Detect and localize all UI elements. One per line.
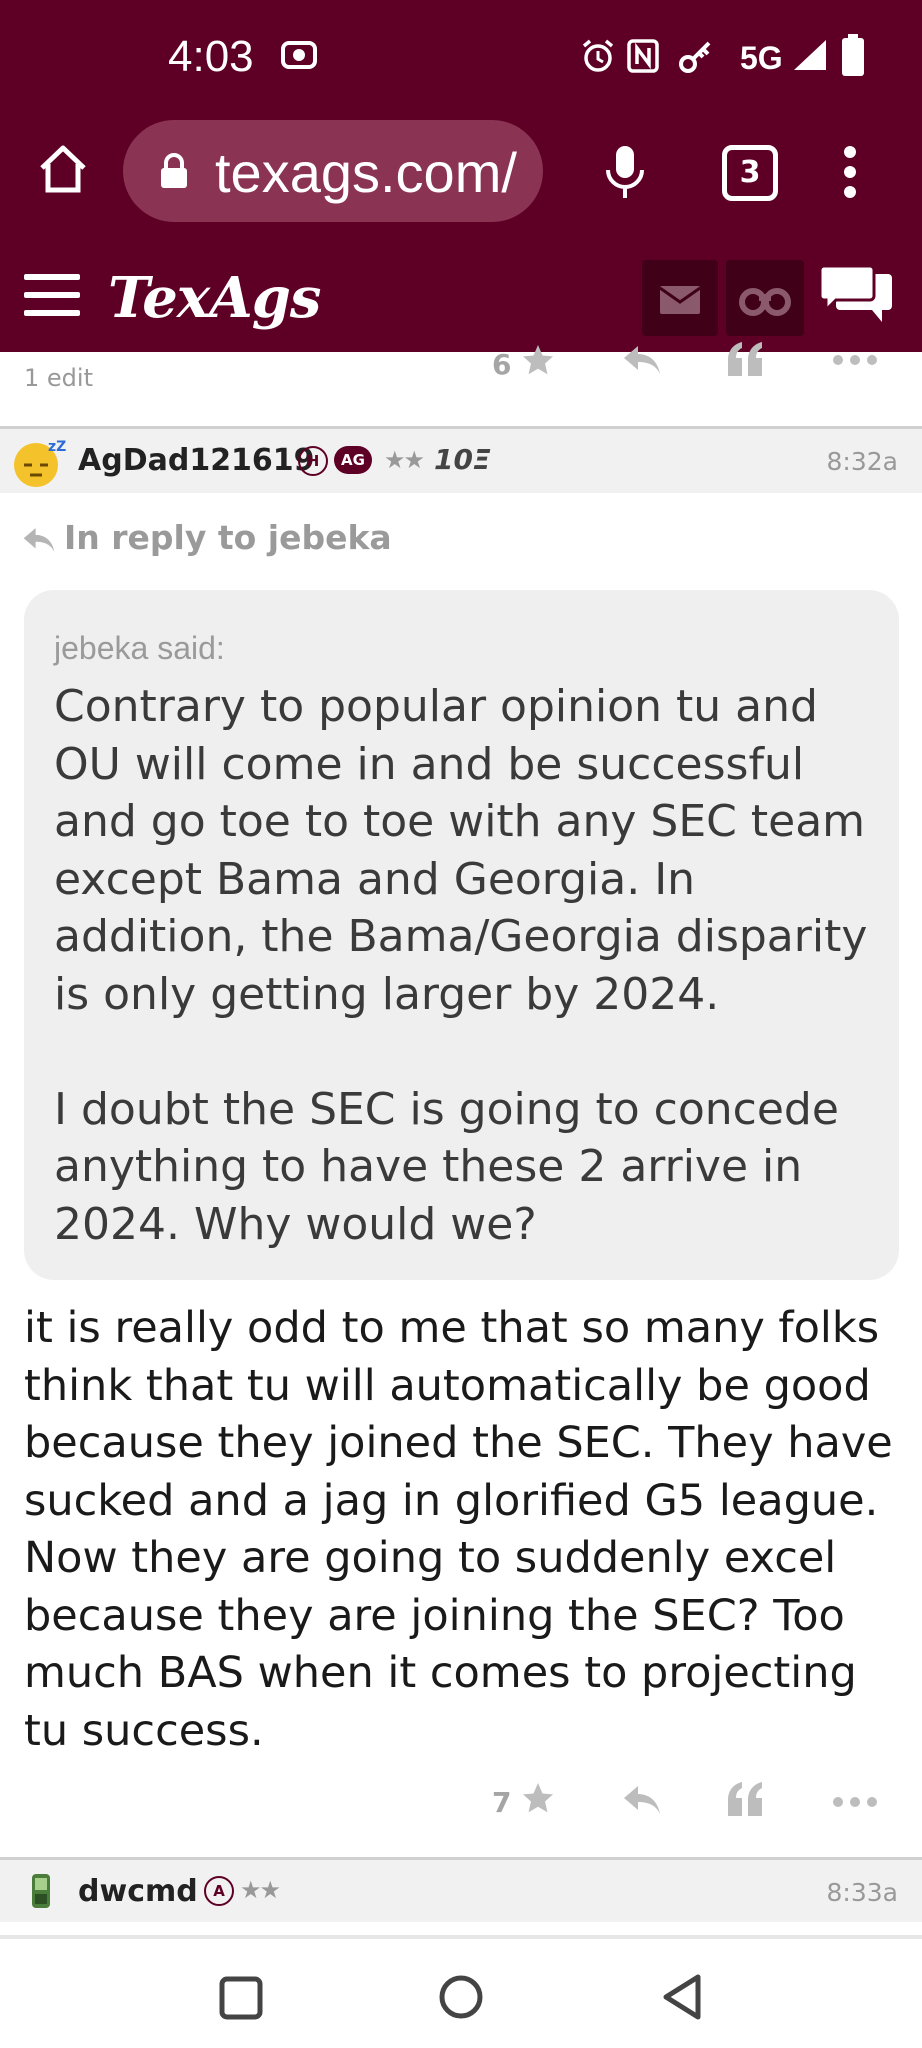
reply-to-text: In reply to jebeka	[64, 518, 392, 557]
status-time: 4:03	[168, 32, 254, 81]
username[interactable]: AgDad121619	[78, 443, 315, 478]
tab-switcher-button[interactable]: 3	[722, 145, 778, 201]
quote-block: jebeka said: Contrary to popular opinion…	[24, 590, 899, 1280]
next-post-header: dwcmd A ★★ 8:33a	[0, 1857, 922, 1922]
more-icon[interactable]	[832, 354, 878, 366]
badge-a: A	[204, 1876, 234, 1906]
status-bar: 4:03 5G	[0, 0, 922, 120]
reply-arrow-icon	[23, 527, 55, 552]
home-nav-icon[interactable]	[438, 1973, 484, 2021]
username[interactable]: dwcmd	[78, 1874, 198, 1909]
quote-text: Contrary to popular opinion tu and OU wi…	[54, 681, 868, 1250]
watch-button[interactable]	[726, 260, 804, 336]
quote-author: jebeka said:	[54, 630, 225, 666]
back-icon[interactable]	[660, 1973, 704, 2021]
browser-toolbar: texags.com/ 3	[0, 120, 922, 250]
more-icon[interactable]	[832, 1796, 878, 1808]
post-header: zZ AgDad121619 H AG ★★ 10Ξ 8:32a	[0, 426, 922, 493]
svg-text:zZ: zZ	[48, 439, 66, 455]
reply-icon[interactable]	[622, 1784, 662, 1816]
signal-icon	[794, 40, 826, 70]
hamburger-menu-icon[interactable]	[24, 274, 80, 318]
star-icon[interactable]	[520, 342, 556, 378]
battery-icon	[842, 34, 864, 76]
in-reply-to-link[interactable]: In reply to jebeka	[22, 518, 392, 557]
alarm-icon	[582, 39, 614, 72]
system-nav-bar	[0, 1939, 922, 2048]
edit-note[interactable]: 1 edit	[24, 364, 93, 392]
post-time[interactable]: 8:33a	[827, 1878, 898, 1907]
post-actions: 7	[0, 1782, 922, 1832]
url-bar[interactable]: texags.com/	[123, 120, 543, 222]
lock-icon	[161, 153, 187, 188]
microphone-icon[interactable]	[603, 144, 647, 200]
rank-stars: ★★	[240, 1876, 281, 1904]
badge-ag: AG	[334, 446, 372, 474]
quote-icon[interactable]	[726, 342, 764, 376]
prev-post-footer: 1 edit 6	[0, 342, 922, 424]
overflow-menu-icon[interactable]	[842, 146, 858, 198]
mail-icon	[659, 286, 701, 314]
messages-button[interactable]	[642, 260, 718, 336]
screen-record-icon	[281, 41, 317, 69]
nfc-icon	[627, 39, 659, 73]
recents-icon[interactable]	[218, 1975, 264, 2021]
reply-icon[interactable]	[622, 344, 662, 376]
site-logo[interactable]: TexAgs	[108, 265, 321, 331]
post-time[interactable]: 8:32a	[827, 447, 898, 476]
avatar[interactable]	[24, 1872, 58, 1912]
url-text: texags.com/	[215, 141, 517, 204]
quote-icon[interactable]	[726, 1782, 764, 1816]
avatar[interactable]: zZ	[12, 435, 66, 489]
post-body: it is really odd to me that so many folk…	[24, 1303, 893, 1756]
binoculars-icon	[739, 288, 791, 316]
prev-star-count: 6	[492, 348, 512, 381]
xp-level: 10Ξ	[434, 443, 491, 476]
badge-h: H	[298, 446, 328, 476]
chat-icon[interactable]	[818, 264, 894, 328]
star-icon[interactable]	[520, 1780, 556, 1816]
rank-stars: ★★	[384, 446, 425, 474]
vpn-key-icon	[679, 41, 711, 73]
home-icon[interactable]	[36, 142, 90, 196]
star-count: 7	[492, 1786, 512, 1819]
site-header: TexAgs	[0, 250, 922, 352]
network-type: 5G	[740, 40, 783, 76]
